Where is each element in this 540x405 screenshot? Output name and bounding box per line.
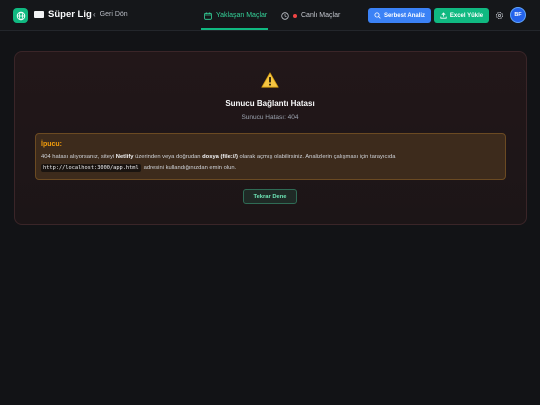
tab-label: Yaklaşan Maçlar xyxy=(216,12,268,19)
search-icon xyxy=(374,12,381,19)
active-tab-indicator xyxy=(201,28,268,30)
tip-bold-file: dosya (file://) xyxy=(202,154,238,160)
tab-upcoming-matches[interactable]: Yaklaşan Maçlar xyxy=(204,0,267,31)
tip-text: olarak açmış olabilirsiniz. Analizlerin … xyxy=(237,154,396,160)
live-indicator-dot xyxy=(293,13,297,18)
tip-text-line-2: http://localhost:3000/app.html adresini … xyxy=(41,164,236,172)
back-label: Geri Dön xyxy=(99,11,128,18)
gear-icon[interactable] xyxy=(495,11,504,20)
tip-text: adresini kullandığınızdan emin olun. xyxy=(143,165,237,171)
button-label: Serbest Analiz xyxy=(383,12,426,19)
globe-icon[interactable] xyxy=(13,8,28,23)
tab-live-matches[interactable]: Canlı Maçlar xyxy=(281,0,340,31)
brand-name: Süper Lig xyxy=(48,9,92,20)
free-analysis-button[interactable]: Serbest Analiz xyxy=(368,8,431,23)
retry-button[interactable]: Tekrar Dene xyxy=(243,189,297,204)
flag-icon xyxy=(34,11,44,18)
tip-text: üzerinden veya doğrudan xyxy=(133,154,203,160)
tip-bold-netlify: Netlify xyxy=(115,154,134,160)
chevron-left-icon: ‹ xyxy=(93,10,96,19)
back-button[interactable]: ‹ Geri Dön xyxy=(93,10,128,19)
upload-icon xyxy=(440,12,447,19)
error-title: Sunucu Bağlantı Hatası xyxy=(225,99,315,108)
warning-icon xyxy=(261,72,279,88)
tip-text-line-1: 404 hatası alıyorsanız, siteyi Netlify ü… xyxy=(41,154,395,160)
tab-label: Canlı Maçlar xyxy=(301,12,341,19)
localhost-url-code: http://localhost:3000/app.html xyxy=(41,164,141,172)
tip-title: İpucu: xyxy=(41,141,62,148)
avatar[interactable]: BF xyxy=(510,7,526,23)
tip-text: 404 hatası alıyorsanız, siteyi xyxy=(41,154,116,160)
clock-icon xyxy=(281,11,289,20)
error-subtitle: Sunucu Hatası: 404 xyxy=(241,114,299,121)
button-label: Excel Yükle xyxy=(449,12,484,19)
excel-upload-button[interactable]: Excel Yükle xyxy=(434,8,489,23)
top-navbar: Süper Lig ‹ Geri Dön Yaklaşan Maçlar Can… xyxy=(0,0,540,31)
calendar-icon xyxy=(204,11,212,20)
